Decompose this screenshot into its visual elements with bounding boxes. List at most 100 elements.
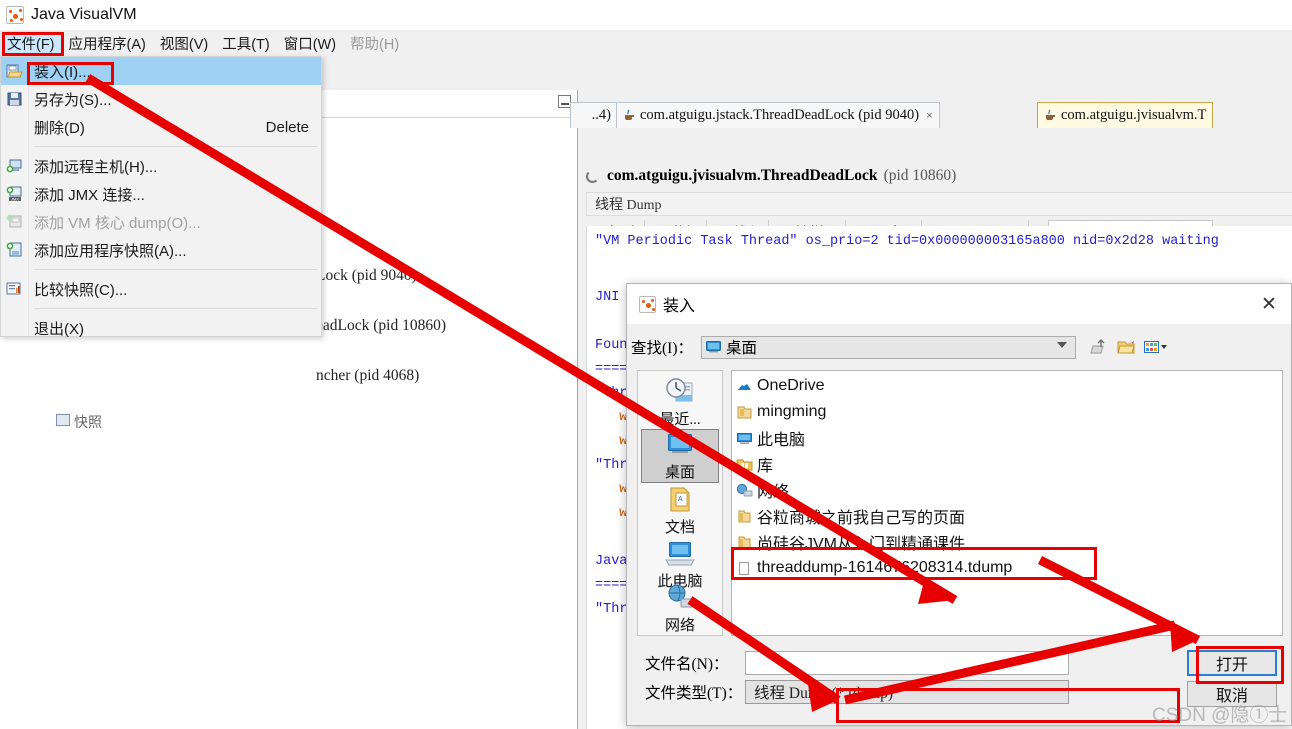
document-tab-jstack-threaddeadlock[interactable]: com.atguigu.jstack.ThreadDeadLock (pid 9…	[616, 102, 940, 128]
file-list-item[interactable]: mingming	[736, 399, 826, 425]
user-folder-icon	[736, 405, 753, 420]
file-name-input[interactable]	[745, 651, 1069, 675]
file-list-item[interactable]: 网络	[736, 477, 789, 503]
dump-line: ====	[595, 362, 628, 377]
document-header: com.atguigu.jvisualvm.ThreadDeadLock (pi…	[586, 163, 1292, 189]
menu-item-label: 删除(D)	[34, 119, 85, 137]
visualvm-logo-icon	[639, 295, 656, 313]
tree-row[interactable]: eadLock (pid 10860)	[316, 317, 446, 335]
new-folder-icon[interactable]	[1117, 339, 1136, 356]
window-titlebar: Java VisualVM	[0, 0, 1292, 30]
loading-spinner-icon	[586, 169, 599, 183]
dump-line: "Thr	[595, 458, 628, 473]
place-desktop[interactable]: 桌面	[641, 429, 719, 483]
menu-item-compare-snapshots[interactable]: 比较快照(C)...	[1, 275, 321, 303]
tree-row-snapshots[interactable]: 快照	[74, 412, 102, 432]
place-network[interactable]: 网络	[641, 581, 719, 635]
chevron-down-icon[interactable]	[1057, 341, 1067, 348]
add-app-snapshot-icon	[6, 242, 24, 258]
place-documents[interactable]: A 文档	[641, 483, 719, 537]
close-icon[interactable]: ✕	[1257, 293, 1281, 315]
file-list-item[interactable]: 库	[736, 451, 773, 477]
annotation-box-file-type	[836, 688, 1180, 723]
svg-text:A: A	[678, 496, 683, 503]
document-tab-partial[interactable]: ..4)	[570, 102, 618, 128]
dump-line: ====	[595, 578, 628, 593]
menu-item-add-jmx-connection[interactable]: JMX 添加 JMX 连接...	[1, 180, 321, 208]
annotation-box-load-item	[27, 62, 114, 85]
visualvm-window: Java VisualVM 文件(F) 应用程序(A) 视图(V) 工具(T) …	[0, 0, 1292, 729]
menu-item-delete[interactable]: 删除(D) Delete	[1, 113, 321, 141]
menu-item-label: 添加 VM 核心 dump(O)...	[34, 214, 201, 232]
menu-tools[interactable]: 工具(T)	[215, 31, 277, 56]
menu-item-add-vm-coredump[interactable]: 添加 VM 核心 dump(O)...	[1, 208, 321, 236]
close-icon[interactable]: ×	[926, 108, 933, 123]
menu-window[interactable]: 窗口(W)	[277, 31, 343, 56]
file-list-item[interactable]: 谷粒商城之前我自己写的页面	[736, 503, 965, 529]
this-pc-icon	[663, 539, 697, 569]
dump-line: "VM Periodic Task Thread" os_prio=2 tid=…	[595, 234, 1219, 249]
file-list-item[interactable]: OneDrive	[736, 373, 825, 399]
menu-view[interactable]: 视图(V)	[153, 31, 215, 56]
tree-row[interactable]: Lock (pid 9040)	[316, 267, 417, 285]
menu-item-exit[interactable]: 退出(X)	[1, 314, 321, 342]
file-list[interactable]: OneDrive mingming 此电脑 库 网络 谷粒商城之前我自己写的页面…	[731, 370, 1283, 636]
menu-help[interactable]: 帮助(H)	[343, 31, 406, 56]
menu-item-label: 比较快照(C)...	[34, 281, 128, 299]
document-tabstrip: ..4) com.atguigu.jstack.ThreadDeadLock (…	[570, 102, 1292, 128]
dump-line: "Thr	[595, 602, 628, 617]
this-pc-icon	[736, 431, 753, 446]
dump-line: Foun	[595, 338, 628, 353]
place-label: 桌面	[664, 465, 695, 481]
window-title: Java VisualVM	[31, 6, 137, 23]
folder-icon	[736, 509, 753, 524]
dump-line: Java	[595, 554, 628, 569]
file-list-item[interactable]: 此电脑	[736, 425, 805, 451]
menu-applications[interactable]: 应用程序(A)	[62, 31, 153, 56]
file-menu-dropdown: 装入(I)... 另存为(S)... 删除(D) Delete 添加远程主机(H…	[0, 56, 322, 338]
compare-snapshots-icon	[6, 281, 24, 297]
up-one-level-icon[interactable]	[1090, 338, 1109, 356]
look-in-row: 查找(I)： 桌面	[627, 330, 1291, 364]
menu-item-accelerator: Delete	[265, 118, 309, 136]
file-list-item-label: 库	[757, 458, 774, 475]
menu-item-label: 另存为(S)...	[34, 91, 112, 109]
svg-text:JMX: JMX	[11, 196, 19, 201]
load-dialog: 装入 ✕ 查找(I)： 桌面 最近... 桌面 A 文档 此电脑 网络 OneD…	[626, 283, 1292, 726]
file-name-label: 文件名(N)：	[645, 656, 729, 673]
snapshots-icon	[56, 414, 70, 426]
network-icon	[736, 483, 753, 498]
file-list-item-label: 此电脑	[757, 432, 806, 449]
add-remote-host-icon	[6, 158, 24, 174]
library-folder-icon	[736, 457, 753, 472]
recent-clock-icon	[663, 377, 697, 407]
document-header-pid: (pid 10860)	[883, 167, 957, 184]
place-label: 文档	[664, 520, 695, 536]
menu-item-label: 退出(X)	[34, 320, 84, 338]
document-tab-label: com.atguigu.jstack.ThreadDeadLock (pid 9…	[640, 107, 920, 123]
look-in-value: 桌面	[726, 340, 758, 357]
add-jmx-icon: JMX	[6, 186, 24, 202]
annotation-box-open-button	[1196, 646, 1284, 684]
menu-separator	[34, 269, 317, 270]
java-coffee-icon	[1044, 109, 1057, 122]
menu-separator	[34, 308, 317, 309]
thread-dump-label: 线程 Dump	[595, 198, 662, 213]
file-list-item-label: 网络	[757, 484, 790, 501]
menu-item-save-as[interactable]: 另存为(S)...	[1, 85, 321, 113]
save-disk-icon	[6, 91, 24, 107]
menu-item-label: 添加 JMX 连接...	[34, 186, 145, 204]
load-folder-icon	[6, 63, 24, 79]
dump-line: "Thr	[595, 386, 628, 401]
place-recent[interactable]: 最近...	[641, 375, 719, 429]
tree-row[interactable]: ncher (pid 4068)	[316, 367, 419, 385]
file-list-item-label: 谷粒商城之前我自己写的页面	[757, 510, 966, 527]
menu-item-label: 添加应用程序快照(A)...	[34, 242, 187, 260]
place-label: 最近...	[659, 412, 701, 428]
look-in-combobox[interactable]: 桌面	[701, 335, 1076, 359]
view-mode-icon[interactable]	[1144, 339, 1167, 356]
document-tab-jvisualvm-threaddeadlock[interactable]: com.atguigu.jvisualvm.T	[1037, 102, 1214, 128]
menu-item-add-app-snapshot[interactable]: 添加应用程序快照(A)...	[1, 236, 321, 264]
menu-separator	[34, 146, 317, 147]
menu-item-add-remote-host[interactable]: 添加远程主机(H)...	[1, 152, 321, 180]
